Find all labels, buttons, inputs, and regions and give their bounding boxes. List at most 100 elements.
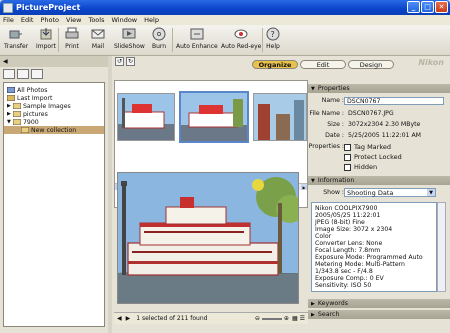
prev-photo-button[interactable]: ◀ bbox=[117, 315, 122, 322]
tree-item-last-import[interactable]: Last Import bbox=[4, 94, 104, 102]
menu-photo[interactable]: Photo bbox=[40, 16, 59, 24]
svg-text:?: ? bbox=[271, 30, 275, 39]
folder-icon bbox=[13, 111, 21, 117]
close-button[interactable]: ✕ bbox=[435, 1, 448, 13]
zoom-slider[interactable] bbox=[261, 317, 282, 320]
size-value: 3072x2304 2.30 MByte bbox=[348, 121, 421, 128]
menu-window[interactable]: Window bbox=[111, 16, 137, 24]
next-photo-button[interactable]: ▶ bbox=[126, 315, 131, 322]
print-button[interactable]: Print bbox=[65, 27, 79, 50]
nikon-logo: Nikon bbox=[418, 58, 444, 67]
keywords-header[interactable]: ▶ Keywords bbox=[308, 299, 450, 308]
help-button[interactable]: ? Help bbox=[266, 27, 280, 50]
minimize-button[interactable]: _ bbox=[407, 1, 420, 13]
burn-icon bbox=[152, 27, 166, 41]
maximize-button[interactable]: □ bbox=[421, 1, 434, 13]
import-icon bbox=[39, 27, 53, 41]
search-section: ▶ Search bbox=[308, 310, 450, 319]
slideshow-icon bbox=[122, 27, 136, 41]
menu-help[interactable]: Help bbox=[144, 16, 159, 24]
info-scrollbar[interactable] bbox=[437, 202, 446, 292]
menu-tools[interactable]: Tools bbox=[88, 16, 104, 24]
print-icon bbox=[65, 27, 79, 41]
menu-view[interactable]: View bbox=[66, 16, 81, 24]
selection-count: 1 selected of 211 found bbox=[136, 315, 208, 322]
tree-item-sample-images[interactable]: ▶ Sample Images bbox=[4, 102, 104, 110]
import-folder-icon bbox=[7, 95, 15, 101]
thumbnail[interactable] bbox=[117, 93, 175, 141]
date-label: Date : bbox=[325, 132, 344, 139]
search-header[interactable]: ▶ Search bbox=[308, 310, 450, 319]
file-name-value: DSCN0767.JPG bbox=[348, 110, 394, 117]
properties-header[interactable]: ▼ Properties bbox=[308, 84, 450, 93]
title-bar: PictureProject _ □ ✕ bbox=[0, 0, 450, 15]
name-label: Name : bbox=[321, 97, 344, 104]
properties-label: Properties : bbox=[308, 143, 344, 150]
auto-red-eye-button[interactable]: Auto Red-eye bbox=[221, 27, 261, 50]
scroll-right-icon[interactable]: ▶ bbox=[301, 184, 307, 190]
pane-collapse-bar[interactable]: ◀ bbox=[0, 56, 108, 67]
thumbnail-selected[interactable] bbox=[179, 91, 249, 143]
help-icon: ? bbox=[266, 27, 280, 41]
delete-collection-button[interactable] bbox=[31, 69, 43, 79]
collapse-left-icon[interactable]: ◀ bbox=[3, 58, 8, 65]
app-icon bbox=[3, 2, 13, 13]
list-view-icon[interactable]: ☰ bbox=[300, 315, 305, 322]
menu-bar: File Edit Photo View Tools Window Help bbox=[0, 15, 450, 25]
date-value: 5/25/2005 11:22:01 AM bbox=[348, 132, 422, 139]
import-button[interactable]: Import bbox=[36, 27, 56, 50]
show-label: Show : bbox=[323, 189, 344, 196]
collapse-arrow-icon: ▼ bbox=[311, 85, 315, 92]
rotate-right-button[interactable]: ↻ bbox=[126, 57, 135, 66]
properties-pane: Organize Edit Design Nikon ▼ Properties N… bbox=[252, 56, 450, 333]
rotate-left-button[interactable]: ↺ bbox=[115, 57, 124, 66]
zoom-in-icon[interactable]: ⊕ bbox=[284, 315, 289, 322]
auto-enhance-icon bbox=[190, 27, 204, 41]
tree-item-all-photos[interactable]: All Photos bbox=[4, 86, 104, 94]
collections-pane: ◀ All Photos Last Import ▶ Sample Images… bbox=[0, 56, 108, 333]
show-dropdown[interactable]: Shooting Data ▼ bbox=[344, 188, 436, 197]
expand-arrow-icon: ▶ bbox=[311, 300, 315, 307]
photo-preview bbox=[117, 172, 299, 304]
shooting-data-list: Nikon COOLPIX7900 2005/05/25 11:22:01 JP… bbox=[311, 202, 437, 292]
tab-design[interactable]: Design bbox=[348, 60, 394, 69]
mail-button[interactable]: Mail bbox=[91, 27, 105, 50]
new-folder-button[interactable] bbox=[3, 69, 15, 79]
folder-icon bbox=[13, 103, 21, 109]
collection-tree: All Photos Last Import ▶ Sample Images ▶… bbox=[3, 82, 105, 327]
window-title: PictureProject bbox=[16, 3, 81, 12]
new-collection-button[interactable] bbox=[17, 69, 29, 79]
transfer-button[interactable]: Transfer bbox=[4, 27, 28, 50]
slideshow-button[interactable]: SlideShow bbox=[114, 27, 145, 50]
tab-edit[interactable]: Edit bbox=[300, 60, 346, 69]
menu-file[interactable]: File bbox=[3, 16, 14, 24]
thumbnail[interactable] bbox=[253, 93, 307, 141]
tree-item-7900[interactable]: ▼ 7900 bbox=[4, 118, 104, 126]
tab-organize[interactable]: Organize bbox=[252, 60, 298, 69]
tree-item-pictures[interactable]: ▶ pictures bbox=[4, 110, 104, 118]
protect-locked-checkbox[interactable]: Protect Locked bbox=[344, 153, 402, 161]
photos-icon bbox=[7, 87, 15, 93]
tree-item-new-collection[interactable]: New collection bbox=[4, 126, 104, 134]
chevron-down-icon: ▼ bbox=[427, 189, 435, 196]
red-eye-icon bbox=[234, 27, 248, 41]
size-label: Size : bbox=[327, 121, 344, 128]
name-field[interactable]: DSCN0767 bbox=[344, 97, 444, 105]
thumbnail-view-icon[interactable]: ▦ bbox=[292, 315, 298, 322]
folder-icon bbox=[13, 119, 21, 125]
hidden-checkbox[interactable]: Hidden bbox=[344, 163, 377, 171]
transfer-icon bbox=[9, 27, 23, 41]
collapse-arrow-icon: ▼ bbox=[311, 177, 315, 184]
information-header[interactable]: ▼ Information bbox=[308, 176, 450, 185]
menu-edit[interactable]: Edit bbox=[21, 16, 34, 24]
folder-icon bbox=[21, 127, 29, 133]
zoom-out-icon[interactable]: ⊖ bbox=[255, 315, 260, 322]
expand-arrow-icon: ▶ bbox=[311, 311, 315, 318]
tag-marked-checkbox[interactable]: Tag Marked bbox=[344, 143, 391, 151]
auto-enhance-button[interactable]: Auto Enhance bbox=[176, 27, 218, 50]
keywords-section: ▶ Keywords bbox=[308, 299, 450, 308]
properties-section: ▼ Properties Name : DSCN0767 File Name : DS… bbox=[308, 84, 450, 174]
status-bar: ◀ ▶ 1 selected of 211 found ⊖ ⊕ ▦ ☰ bbox=[114, 312, 308, 324]
burn-button[interactable]: Burn bbox=[152, 27, 166, 50]
mail-icon bbox=[91, 27, 105, 41]
